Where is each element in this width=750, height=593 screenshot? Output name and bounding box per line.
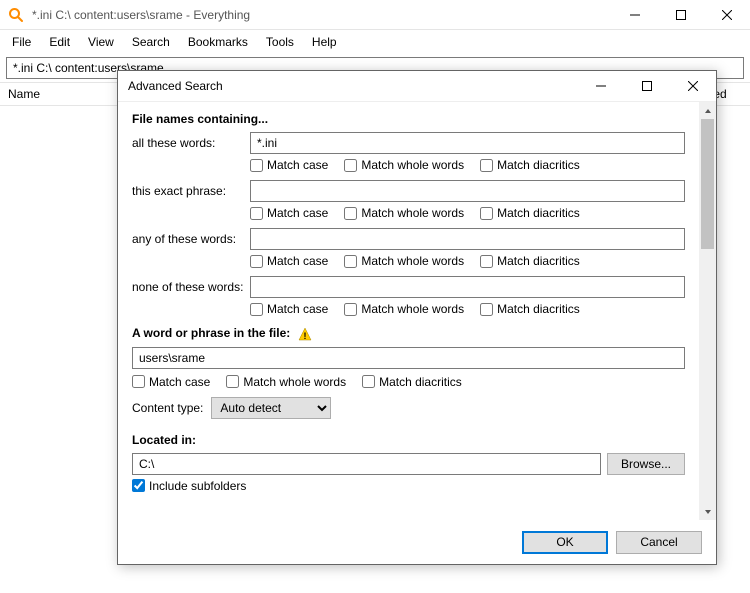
exact-whole-words-label: Match whole words [361, 206, 464, 220]
svg-text:!: ! [303, 331, 306, 341]
none-diacritics-label: Match diacritics [497, 302, 580, 316]
content-whole-words-label: Match whole words [243, 375, 346, 389]
all-words-label: all these words: [132, 136, 244, 150]
content-type-label: Content type: [132, 401, 203, 415]
all-diacritics-label: Match diacritics [497, 158, 580, 172]
include-subfolders-label: Include subfolders [149, 479, 246, 493]
menu-file[interactable]: File [4, 33, 39, 51]
any-whole-words-label: Match whole words [361, 254, 464, 268]
all-match-case-label: Match case [267, 158, 328, 172]
dialog-footer: OK Cancel [118, 520, 716, 564]
any-whole-words[interactable]: Match whole words [344, 254, 464, 268]
content-whole-words[interactable]: Match whole words [226, 375, 346, 389]
dialog-minimize-button[interactable] [578, 71, 624, 101]
all-whole-words-label: Match whole words [361, 158, 464, 172]
none-words-label: none of these words: [132, 280, 244, 294]
all-whole-words[interactable]: Match whole words [344, 158, 464, 172]
menu-bookmarks[interactable]: Bookmarks [180, 33, 256, 51]
none-whole-words-label: Match whole words [361, 302, 464, 316]
content-diacritics-label: Match diacritics [379, 375, 462, 389]
all-words-input[interactable] [250, 132, 685, 154]
app-icon [8, 7, 24, 23]
window-title: *.ini C:\ content:users\srame - Everythi… [32, 8, 250, 22]
dialog-scrollbar[interactable] [699, 102, 716, 520]
browse-button[interactable]: Browse... [607, 453, 685, 475]
any-words-input[interactable] [250, 228, 685, 250]
close-button[interactable] [704, 0, 750, 30]
exact-match-case[interactable]: Match case [250, 206, 328, 220]
menu-help[interactable]: Help [304, 33, 345, 51]
none-diacritics[interactable]: Match diacritics [480, 302, 580, 316]
any-words-label: any of these words: [132, 232, 244, 246]
cancel-button[interactable]: Cancel [616, 531, 702, 554]
section-located-header: Located in: [132, 433, 685, 447]
minimize-button[interactable] [612, 0, 658, 30]
exact-phrase-input[interactable] [250, 180, 685, 202]
exact-diacritics-label: Match diacritics [497, 206, 580, 220]
none-checks: Match case Match whole words Match diacr… [250, 302, 685, 316]
column-name-label: Name [8, 87, 40, 101]
content-match-case-label: Match case [149, 375, 210, 389]
section-content-header: A word or phrase in the file: ! [132, 326, 685, 341]
ok-button[interactable]: OK [522, 531, 608, 554]
exact-checks: Match case Match whole words Match diacr… [250, 206, 685, 220]
none-match-case-label: Match case [267, 302, 328, 316]
none-whole-words[interactable]: Match whole words [344, 302, 464, 316]
any-match-case-label: Match case [267, 254, 328, 268]
section-content-header-text: A word or phrase in the file: [132, 326, 290, 340]
scroll-thumb[interactable] [701, 119, 714, 249]
scroll-down-icon[interactable] [699, 503, 716, 520]
dialog-titlebar: Advanced Search [118, 71, 716, 101]
located-input[interactable] [132, 453, 601, 475]
all-diacritics[interactable]: Match diacritics [480, 158, 580, 172]
dialog-maximize-button[interactable] [624, 71, 670, 101]
content-type-select[interactable]: Auto detect [211, 397, 331, 419]
menubar: File Edit View Search Bookmarks Tools He… [0, 30, 750, 54]
none-match-case[interactable]: Match case [250, 302, 328, 316]
dialog-body: File names containing... all these words… [118, 102, 699, 520]
exact-phrase-label: this exact phrase: [132, 184, 244, 198]
include-subfolders[interactable]: Include subfolders [132, 479, 685, 493]
advanced-search-dialog: Advanced Search File names containing...… [117, 70, 717, 565]
main-titlebar: *.ini C:\ content:users\srame - Everythi… [0, 0, 750, 30]
menu-edit[interactable]: Edit [41, 33, 78, 51]
content-input[interactable] [132, 347, 685, 369]
any-diacritics[interactable]: Match diacritics [480, 254, 580, 268]
scroll-up-icon[interactable] [699, 102, 716, 119]
none-words-input[interactable] [250, 276, 685, 298]
content-diacritics[interactable]: Match diacritics [362, 375, 462, 389]
window-controls [612, 0, 750, 30]
menu-tools[interactable]: Tools [258, 33, 302, 51]
section-filenames-header: File names containing... [132, 112, 685, 126]
warning-icon: ! [298, 327, 312, 341]
exact-match-case-label: Match case [267, 206, 328, 220]
any-checks: Match case Match whole words Match diacr… [250, 254, 685, 268]
dialog-close-button[interactable] [670, 71, 716, 101]
content-checks: Match case Match whole words Match diacr… [132, 375, 685, 389]
menu-view[interactable]: View [80, 33, 122, 51]
exact-whole-words[interactable]: Match whole words [344, 206, 464, 220]
exact-diacritics[interactable]: Match diacritics [480, 206, 580, 220]
content-match-case[interactable]: Match case [132, 375, 210, 389]
all-match-case[interactable]: Match case [250, 158, 328, 172]
any-diacritics-label: Match diacritics [497, 254, 580, 268]
all-words-checks: Match case Match whole words Match diacr… [250, 158, 685, 172]
menu-search[interactable]: Search [124, 33, 178, 51]
maximize-button[interactable] [658, 0, 704, 30]
any-match-case[interactable]: Match case [250, 254, 328, 268]
dialog-title: Advanced Search [128, 79, 223, 93]
